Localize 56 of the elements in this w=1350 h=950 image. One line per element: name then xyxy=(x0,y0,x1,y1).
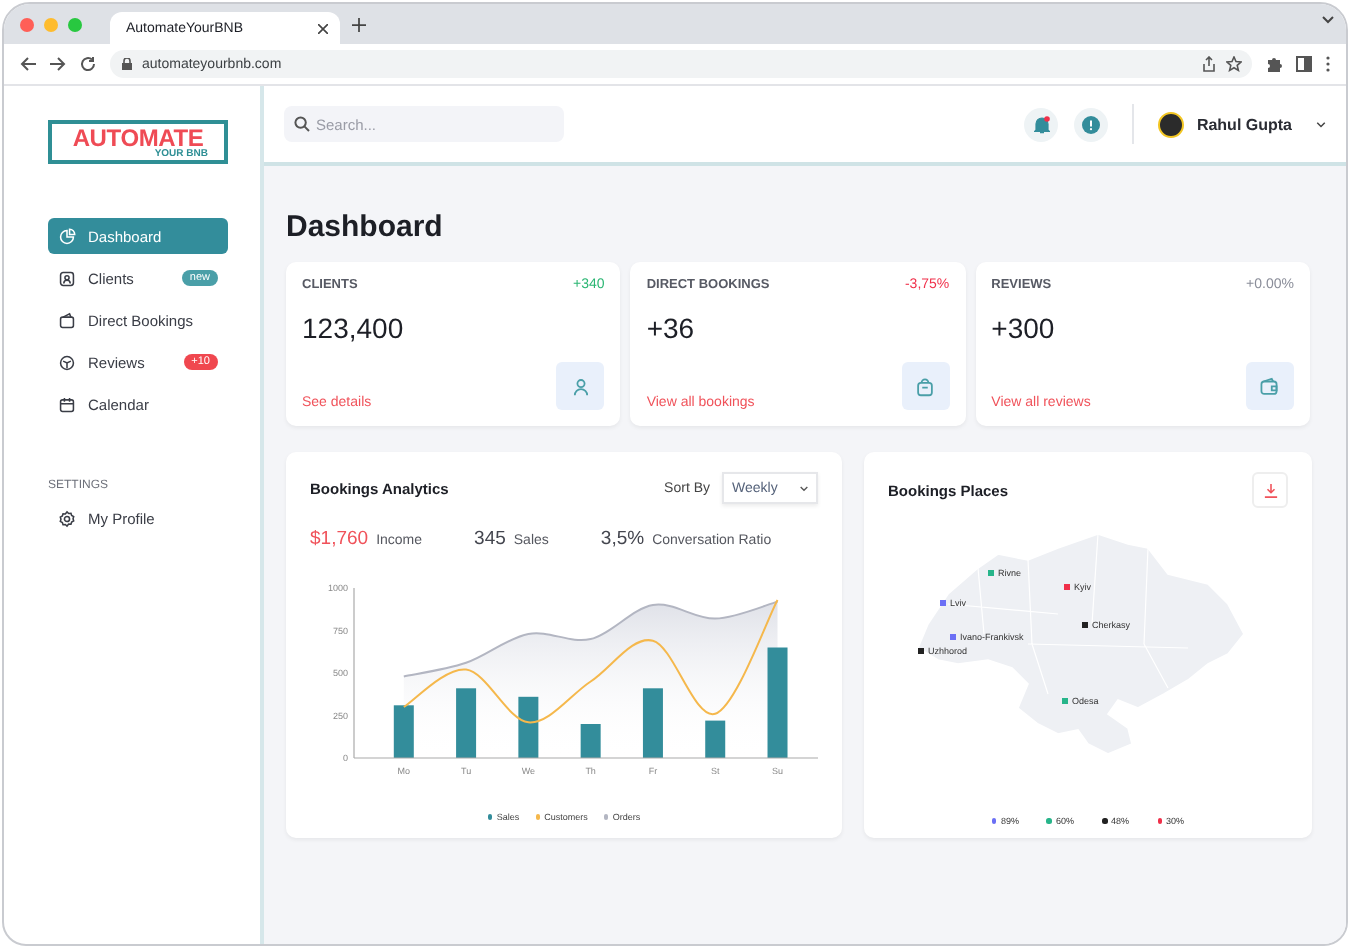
sales-bar xyxy=(705,720,726,758)
city-marker[interactable] xyxy=(1064,584,1070,590)
bag-icon xyxy=(914,375,937,397)
chevron-down-icon xyxy=(1316,121,1326,127)
profile-icon xyxy=(58,509,76,527)
stat-value: +300 xyxy=(991,312,1057,344)
close-icon[interactable] xyxy=(318,23,328,33)
forward-icon[interactable] xyxy=(50,56,66,72)
download-icon xyxy=(1263,483,1277,497)
sales-bar xyxy=(580,724,601,758)
back-icon[interactable] xyxy=(20,56,36,72)
sales-bar xyxy=(456,688,477,758)
share-icon[interactable] xyxy=(1202,56,1216,72)
sales-bar xyxy=(518,696,539,758)
legend-dot xyxy=(487,814,493,820)
city-marker[interactable] xyxy=(1082,622,1088,628)
city-marker[interactable] xyxy=(988,570,994,576)
user-icon xyxy=(569,375,592,397)
puzzle-icon[interactable] xyxy=(1266,56,1282,72)
metric-value: 3,5% xyxy=(600,528,645,550)
city-marker[interactable] xyxy=(1062,698,1068,704)
sales-bar xyxy=(393,705,414,758)
calendar-icon xyxy=(58,395,76,413)
bookings-icon xyxy=(58,311,76,329)
bell-icon xyxy=(1033,115,1050,133)
chevron-down-icon xyxy=(800,485,808,491)
avatar xyxy=(1158,111,1185,137)
reload-icon[interactable] xyxy=(80,56,96,72)
new-tab-icon[interactable] xyxy=(352,17,366,31)
legend-dot xyxy=(603,814,609,820)
window-minimize-dot[interactable] xyxy=(44,17,58,31)
city-marker[interactable] xyxy=(950,634,956,640)
user-menu[interactable]: Rahul Gupta xyxy=(1158,111,1326,137)
info-button[interactable] xyxy=(1074,107,1109,141)
city-marker[interactable] xyxy=(940,600,946,606)
window-close-dot[interactable] xyxy=(20,17,34,31)
wallet-icon xyxy=(1258,375,1281,397)
notification-button[interactable] xyxy=(1024,107,1059,141)
sidebar-icon[interactable] xyxy=(1296,56,1312,72)
dashboard-icon xyxy=(58,227,76,245)
star-icon[interactable] xyxy=(1226,56,1242,72)
page-title: Dashboard xyxy=(286,210,445,244)
metric-value: $1,760 xyxy=(310,528,369,550)
info-icon xyxy=(1082,115,1101,133)
legend-dot xyxy=(535,814,541,820)
city-marker[interactable] xyxy=(918,648,924,654)
reviews-icon xyxy=(58,353,76,371)
window-maximize-dot[interactable] xyxy=(68,17,82,31)
stat-value: 123,400 xyxy=(302,312,406,344)
lock-icon xyxy=(122,58,132,70)
stat-value: +36 xyxy=(646,312,697,344)
metric-value: 345 xyxy=(474,528,506,550)
clients-icon xyxy=(58,269,76,287)
download-button[interactable] xyxy=(1252,472,1288,508)
sales-bar xyxy=(642,688,663,758)
chevron-down-icon[interactable] xyxy=(1322,16,1334,24)
